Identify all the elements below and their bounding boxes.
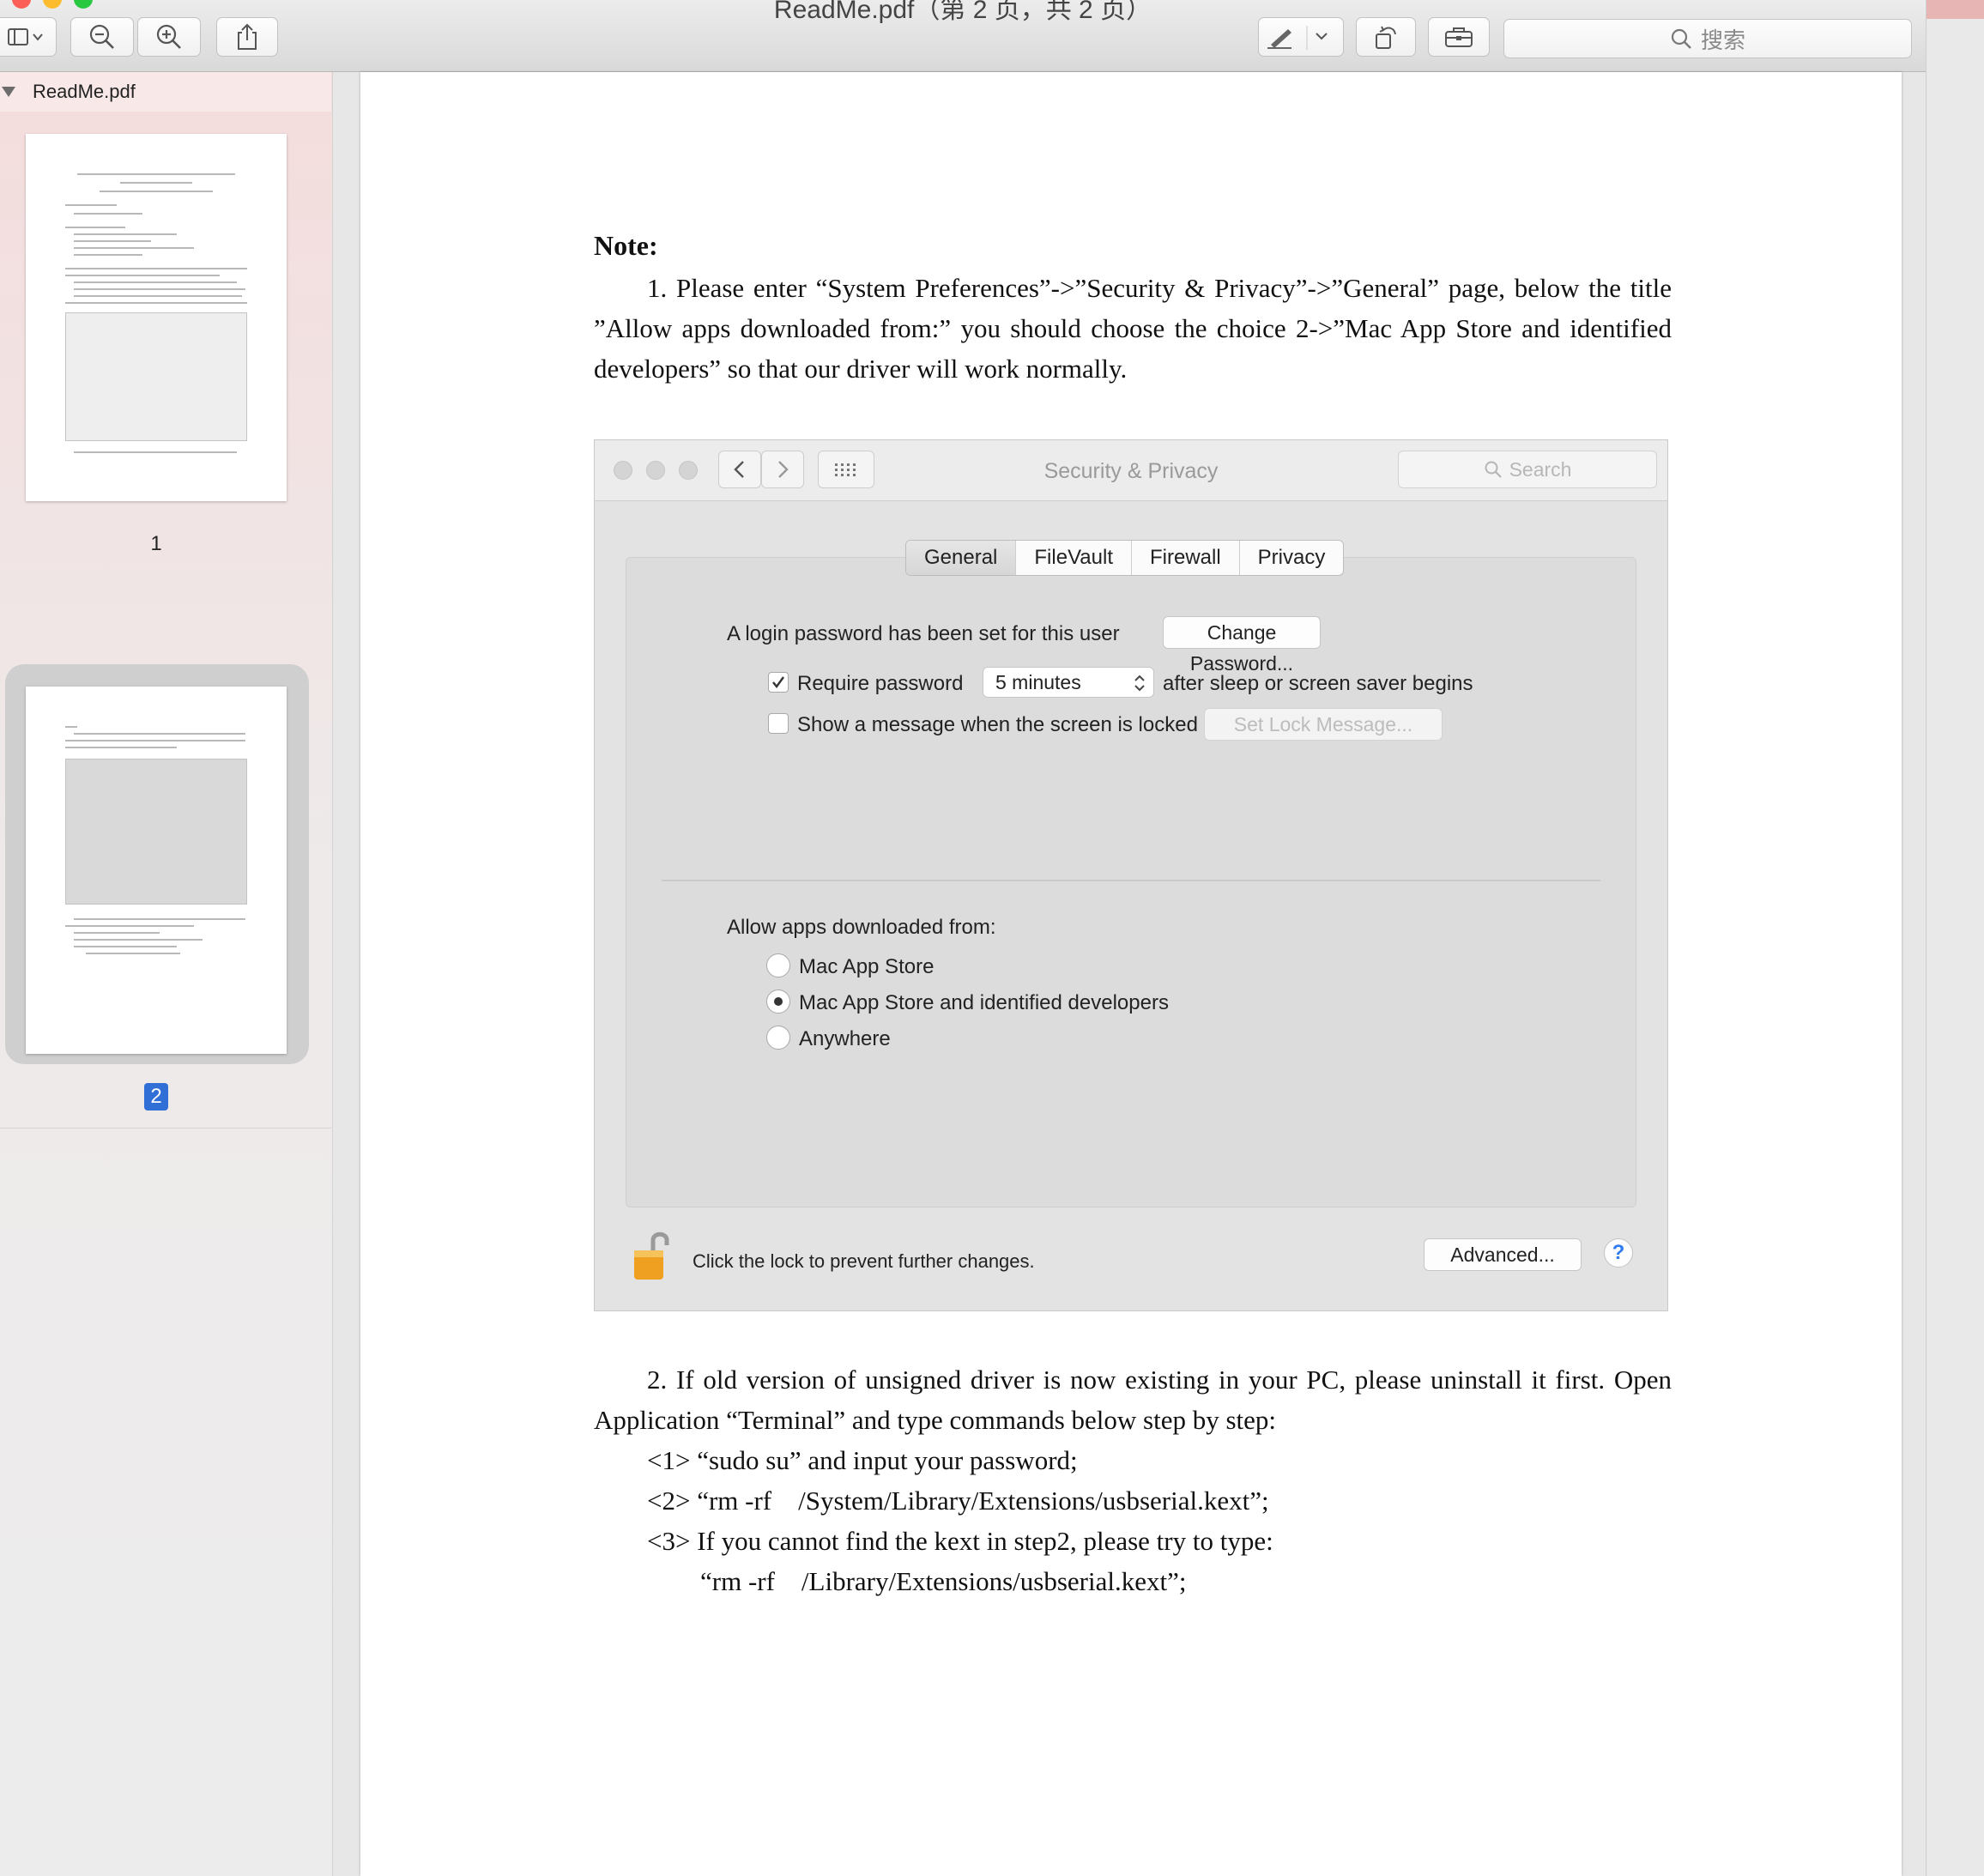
markup-button[interactable]	[1258, 17, 1344, 57]
sp-option-mac-app-store: Mac App Store	[799, 955, 935, 978]
sidebar-divider	[0, 1128, 331, 1129]
sp-radio-mac-app-store	[766, 953, 790, 977]
page-label-1[interactable]: 1	[146, 532, 166, 556]
note-heading: Note:	[594, 230, 658, 261]
sp-interval-value: 5 minutes	[995, 671, 1081, 693]
pen-icon	[1267, 26, 1328, 50]
sp-set-lock-message-button: Set Lock Message...	[1204, 708, 1443, 741]
sp-change-password-button: Change Password...	[1163, 616, 1321, 675]
search-placeholder: 搜索	[1700, 27, 1745, 53]
background-window-edge	[1926, 0, 1984, 1876]
sp-tab-firewall: Firewall	[1132, 541, 1240, 575]
sp-allow-apps-heading: Allow apps downloaded from:	[727, 916, 996, 939]
sp-help-button: ?	[1604, 1238, 1633, 1268]
sp-titlebar: Security & Privacy Search	[595, 440, 1667, 501]
sp-require-password-label: Require password	[797, 672, 964, 695]
zoom-in-button[interactable]	[137, 17, 201, 57]
search-icon	[1671, 28, 1691, 49]
search-field[interactable]: 搜索	[1503, 19, 1912, 58]
page-thumbnail-2[interactable]	[26, 687, 287, 1054]
sp-radio-anywhere	[766, 1026, 790, 1050]
window-toolbar: ReadMe.pdf（第 2 页，共 2 页） 搜索	[0, 0, 1926, 72]
paragraph-step-1: 1. Please enter “System Preferences”->”S…	[594, 273, 1672, 384]
sp-show-message-checkbox	[768, 713, 789, 734]
zoom-out-icon	[89, 24, 114, 49]
paragraph-step-2: 2. If old version of unsigned driver is …	[594, 1365, 1672, 1435]
zoom-in-icon	[156, 24, 181, 49]
sp-option-identified-developers: Mac App Store and identified developers	[799, 991, 1169, 1014]
zoom-out-button[interactable]	[70, 17, 134, 57]
search-icon	[1485, 461, 1502, 478]
sidebar-toggle-button[interactable]	[0, 17, 57, 57]
sp-lock-text: Click the lock to prevent further change…	[693, 1250, 1035, 1272]
share-icon	[238, 23, 257, 50]
sp-search-field: Search	[1398, 451, 1657, 488]
disclosure-triangle-icon[interactable]	[2, 87, 15, 97]
command-step-1: <1> “sudo su” and input your password;	[647, 1445, 1078, 1475]
sp-tab-privacy: Privacy	[1257, 546, 1326, 569]
thumbnail-sidebar: ReadMe.pdf 1 2	[0, 72, 333, 1876]
toolbox-icon	[1445, 27, 1473, 47]
sp-require-password-interval: 5 minutes	[983, 667, 1154, 698]
sp-advanced-button: Advanced...	[1424, 1238, 1582, 1271]
rotate-icon	[1376, 26, 1396, 49]
sp-content-panel	[626, 557, 1636, 1207]
sp-radio-identified-developers	[766, 989, 790, 1014]
command-step-2: <2> “rm -rf /System/Library/Extensions/u…	[647, 1486, 1269, 1516]
toolbox-button[interactable]	[1428, 17, 1490, 57]
rotate-button[interactable]	[1356, 17, 1416, 57]
command-step-3: <3> If you cannot find the kext in step2…	[647, 1526, 1273, 1556]
sidebar-file-row[interactable]: ReadMe.pdf	[0, 72, 331, 112]
sp-require-password-checkbox	[768, 672, 789, 693]
up-down-arrows-icon	[1134, 675, 1145, 692]
sp-section-divider	[662, 880, 1600, 881]
security-privacy-screenshot: Security & Privacy Search General FileVa…	[594, 439, 1668, 1311]
sp-tab-filevault: FileVault	[1016, 541, 1132, 575]
sp-search-placeholder: Search	[1509, 457, 1572, 481]
sidebar-file-name: ReadMe.pdf	[33, 81, 136, 102]
sp-show-message-label: Show a message when the screen is locked	[797, 713, 1198, 736]
sp-login-text: A login password has been set for this u…	[727, 622, 1120, 645]
background-window-titlebar	[1927, 0, 1984, 19]
sp-option-anywhere: Anywhere	[799, 1027, 891, 1050]
unlocked-lock-icon	[634, 1232, 669, 1280]
sp-after-sleep-text: after sleep or screen saver begins	[1163, 672, 1473, 695]
page-thumbnail-1[interactable]	[26, 134, 287, 501]
checkmark-icon	[772, 676, 784, 688]
share-button[interactable]	[216, 17, 278, 57]
sp-tab-general: General	[906, 541, 1017, 575]
page-label-2[interactable]: 2	[144, 1083, 168, 1110]
sp-tab-bar: General FileVault Firewall Privacy	[905, 540, 1345, 576]
command-step-3-line: “rm -rf /Library/Extensions/usbserial.ke…	[700, 1566, 1187, 1596]
sidebar-icon	[8, 28, 43, 45]
